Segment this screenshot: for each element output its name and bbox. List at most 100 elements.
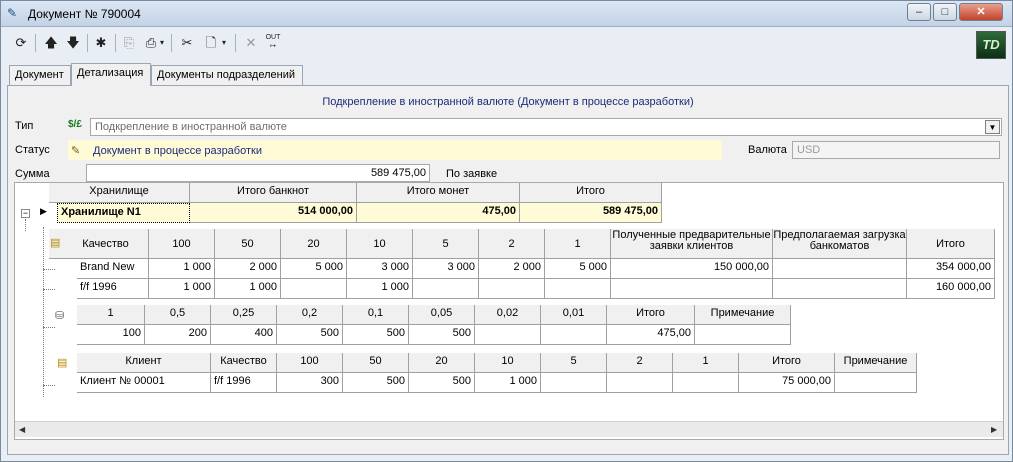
banknote-amount-cell[interactable] (773, 279, 907, 299)
banknote-amount-cell[interactable]: 1 000 (347, 279, 413, 299)
coin-amount-cell[interactable]: 200 (145, 325, 211, 345)
client-name-cell[interactable]: Клиент № 00001 (77, 373, 211, 393)
client-amount-cell[interactable]: f/f 1996 (211, 373, 277, 393)
tab-department-documents[interactable]: Документы подразделений (151, 65, 303, 85)
arrow-down-icon[interactable]: 🡇 (63, 33, 83, 53)
clients-column-header: 2 (607, 353, 673, 373)
banknote-amount-cell[interactable]: 354 000,00 (907, 259, 995, 279)
banknote-amount-cell[interactable]: 160 000,00 (907, 279, 995, 299)
coins-column-header: Примечание (695, 305, 791, 325)
row-pointer-icon: ▶ (40, 206, 47, 216)
type-value: Подкрепление в иностранной валюте (95, 121, 287, 133)
stamp-icon[interactable]: ✱ (91, 33, 111, 53)
banknotes-column-header: 100 (149, 229, 215, 259)
scroll-right-icon[interactable]: ▶ (991, 425, 997, 434)
new-document-icon[interactable]: 🗋 (201, 33, 221, 53)
coins-column-header: 0,5 (145, 305, 211, 325)
currency-field[interactable]: USD (792, 141, 1000, 159)
storage-banknotes-total[interactable]: 514 000,00 (190, 203, 357, 223)
coin-amount-cell[interactable]: 500 (343, 325, 409, 345)
coin-amount-cell[interactable]: 475,00 (607, 325, 695, 345)
client-amount-cell[interactable]: 500 (409, 373, 475, 393)
banknote-amount-cell[interactable]: 150 000,00 (611, 259, 773, 279)
banknote-amount-cell[interactable]: 3 000 (347, 259, 413, 279)
banknote-amount-cell[interactable] (413, 279, 479, 299)
cut-icon[interactable]: ✂ (177, 33, 197, 53)
banknote-quality-cell[interactable]: f/f 1996 (77, 279, 149, 299)
maximize-button[interactable]: □ (933, 3, 957, 21)
coins-icon: ⛁ (55, 310, 65, 322)
client-amount-cell[interactable]: 75 000,00 (739, 373, 835, 393)
client-amount-cell[interactable]: 1 000 (475, 373, 541, 393)
banknote-amount-cell[interactable]: 1 000 (149, 259, 215, 279)
banknote-amount-cell[interactable] (281, 279, 347, 299)
clients-column-header: 5 (541, 353, 607, 373)
storage-coins-total[interactable]: 475,00 (357, 203, 520, 223)
client-amount-cell[interactable] (541, 373, 607, 393)
client-amount-cell[interactable]: 300 (277, 373, 343, 393)
out-icon[interactable]: OUT ↦ (263, 33, 283, 53)
banknote-amount-cell[interactable]: 5 000 (545, 259, 611, 279)
toolbar: ⟳ 🡅 🡇 ✱ ⎘ ⎙ ▾ ✂ 🗋 ▾ ✕ OUT ↦ (7, 31, 1007, 57)
coin-amount-cell[interactable] (695, 325, 791, 345)
banknotes-column-header: 2 (479, 229, 545, 259)
banknote-amount-cell[interactable] (773, 259, 907, 279)
coin-amount-cell[interactable] (475, 325, 541, 345)
banknotes-column-header: Полученные предварительные заявки клиент… (611, 229, 773, 259)
banknotes-column-header: Итого (907, 229, 995, 259)
coin-amount-cell[interactable]: 100 (77, 325, 145, 345)
client-amount-cell[interactable] (673, 373, 739, 393)
arrow-up-icon[interactable]: 🡅 (41, 33, 61, 53)
currency-label: Валюта (748, 144, 787, 156)
client-amount-cell[interactable] (607, 373, 673, 393)
storage-name[interactable]: Хранилище N1 (57, 203, 190, 223)
banknote-quality-cell[interactable]: Brand New (77, 259, 149, 279)
coin-amount-cell[interactable]: 500 (409, 325, 475, 345)
tree-line (43, 385, 55, 386)
tab-details[interactable]: Детализация (71, 63, 151, 86)
banknote-amount-cell[interactable] (479, 279, 545, 299)
collapse-icon[interactable]: − (21, 209, 30, 218)
tab-document[interactable]: Документ (9, 65, 71, 85)
coins-column-header: 0,2 (277, 305, 343, 325)
minimize-button[interactable]: – (907, 3, 931, 21)
new-dropdown-icon[interactable]: ▾ (219, 33, 229, 53)
horizontal-scrollbar[interactable]: ◀ ▶ (15, 421, 1003, 437)
banknote-amount-cell[interactable]: 1 000 (149, 279, 215, 299)
clients-column-header: 10 (475, 353, 541, 373)
type-select[interactable]: Подкрепление в иностранной валюте ▼ (90, 118, 1002, 136)
delete-icon[interactable]: ✕ (241, 33, 261, 53)
currency-value: USD (797, 144, 821, 156)
refresh-icon[interactable]: ⟳ (11, 33, 31, 53)
banknotes-header-icon-cell: ▤ (49, 229, 63, 259)
banknotes-column-header: 5 (413, 229, 479, 259)
close-button[interactable]: ✕ (959, 3, 1003, 21)
banknote-amount-cell[interactable] (611, 279, 773, 299)
banknote-amount-cell[interactable]: 5 000 (281, 259, 347, 279)
column-header: Хранилище (49, 183, 190, 203)
banknote-amount-cell[interactable] (545, 279, 611, 299)
scroll-left-icon[interactable]: ◀ (19, 425, 25, 434)
currency-type-icon: $/£ (68, 119, 82, 130)
toolbar-separator (171, 34, 172, 52)
sum-field[interactable]: 589 475,00 (86, 164, 430, 182)
banknote-amount-cell[interactable]: 3 000 (413, 259, 479, 279)
storage-total[interactable]: 589 475,00 (520, 203, 662, 223)
client-amount-cell[interactable]: 500 (343, 373, 409, 393)
client-amount-cell[interactable] (835, 373, 917, 393)
storage-grid: Хранилище Итого банкнот Итого монет Итог… (14, 182, 1004, 440)
banknote-amount-cell[interactable]: 2 000 (215, 259, 281, 279)
banknotes-column-header: 20 (281, 229, 347, 259)
status-value: Документ в процессе разработки (93, 145, 262, 157)
coin-amount-cell[interactable]: 500 (277, 325, 343, 345)
chevron-down-icon[interactable]: ▼ (985, 120, 1000, 134)
print-dropdown-icon[interactable]: ▾ (157, 33, 167, 53)
banknote-amount-cell[interactable]: 2 000 (479, 259, 545, 279)
export-icon[interactable]: ⎘ (119, 33, 139, 53)
tree-line (43, 327, 55, 328)
banknote-amount-cell[interactable]: 1 000 (215, 279, 281, 299)
coins-column-header: 0,1 (343, 305, 409, 325)
clients-column-header: Примечание (835, 353, 917, 373)
coin-amount-cell[interactable]: 400 (211, 325, 277, 345)
coin-amount-cell[interactable] (541, 325, 607, 345)
